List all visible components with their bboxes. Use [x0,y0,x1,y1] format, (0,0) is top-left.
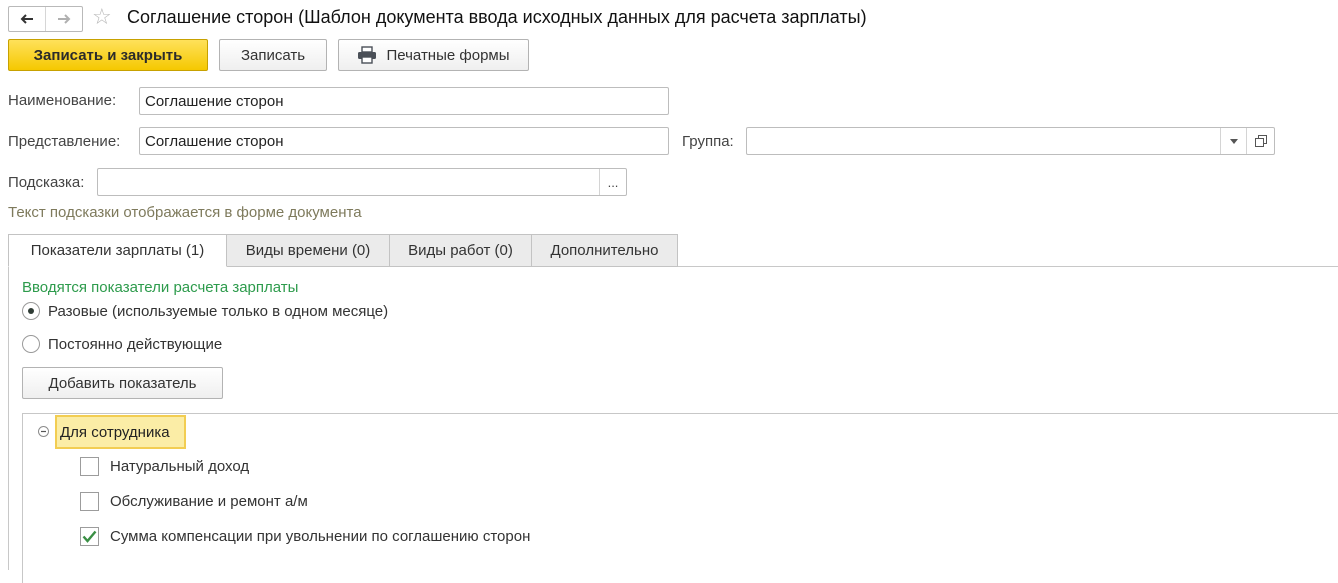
print-forms-button[interactable]: Печатные формы [338,39,529,71]
collapse-icon[interactable] [37,425,50,438]
back-button[interactable] [9,7,45,31]
open-window-icon [1254,135,1267,147]
presentation-input[interactable] [140,128,668,154]
save-and-close-button[interactable]: Записать и закрыть [8,39,208,71]
tree-group-employee[interactable]: Для сотрудника [55,415,186,449]
arrow-right-icon [58,14,71,24]
star-icon[interactable]: ☆ [92,4,112,30]
checkbox[interactable] [80,527,99,546]
print-forms-label: Печатные формы [386,46,510,64]
name-input[interactable] [140,88,668,114]
radio-permanent-option[interactable]: Постоянно действующие [22,335,222,353]
arrow-left-icon [20,14,33,24]
radio-once[interactable] [22,302,40,320]
hint-label: Подсказка: [8,174,85,191]
tab-time-types[interactable]: Виды времени (0) [226,234,390,267]
tab-salary-indicators[interactable]: Показатели зарплаты (1) [8,234,227,267]
hint-description: Текст подсказки отображается в форме док… [8,204,362,221]
save-button[interactable]: Записать [219,39,327,71]
forward-button[interactable] [45,7,82,31]
tree-item-label: Натуральный доход [110,458,250,475]
tree-item[interactable]: Обслуживание и ремонт а/м [80,492,308,511]
presentation-field[interactable] [139,127,669,155]
radio-permanent-label: Постоянно действующие [48,335,223,353]
checkbox[interactable] [80,457,99,476]
group-label: Группа: [682,133,734,150]
section-title: Вводятся показатели расчета зарплаты [22,279,299,296]
checkbox[interactable] [80,492,99,511]
hint-field[interactable]: ... [97,168,627,196]
radio-once-label: Разовые (используемые только в одном мес… [48,302,389,320]
add-indicator-button[interactable]: Добавить показатель [22,367,223,399]
hint-input[interactable] [98,169,598,195]
tab-work-types[interactable]: Виды работ (0) [389,234,532,267]
tab-additional[interactable]: Дополнительно [531,234,678,267]
tree-item-label: Сумма компенсации при увольнении по согл… [110,528,531,545]
name-label: Наименование: [8,92,117,109]
group-field[interactable] [746,127,1275,155]
presentation-label: Представление: [8,133,121,150]
name-field[interactable] [139,87,669,115]
group-input[interactable] [747,128,1217,154]
printer-icon [358,46,377,64]
group-dropdown-button[interactable] [1221,128,1246,154]
radio-permanent[interactable] [22,335,40,353]
tree-item[interactable]: Сумма компенсации при увольнении по согл… [80,527,530,546]
chevron-down-icon [1229,138,1238,144]
tree-item[interactable]: Натуральный доход [80,457,249,476]
radio-once-option[interactable]: Разовые (используемые только в одном мес… [22,302,388,320]
page-title: Соглашение сторон (Шаблон документа ввод… [127,7,867,27]
tab-panel-border [8,266,9,570]
hint-select-button[interactable]: ... [600,169,626,195]
radio-selected-dot [28,308,34,314]
history-navigation [8,6,83,32]
checkmark-icon [82,530,97,543]
group-open-button[interactable] [1247,128,1274,154]
tree-item-label: Обслуживание и ремонт а/м [110,493,308,510]
